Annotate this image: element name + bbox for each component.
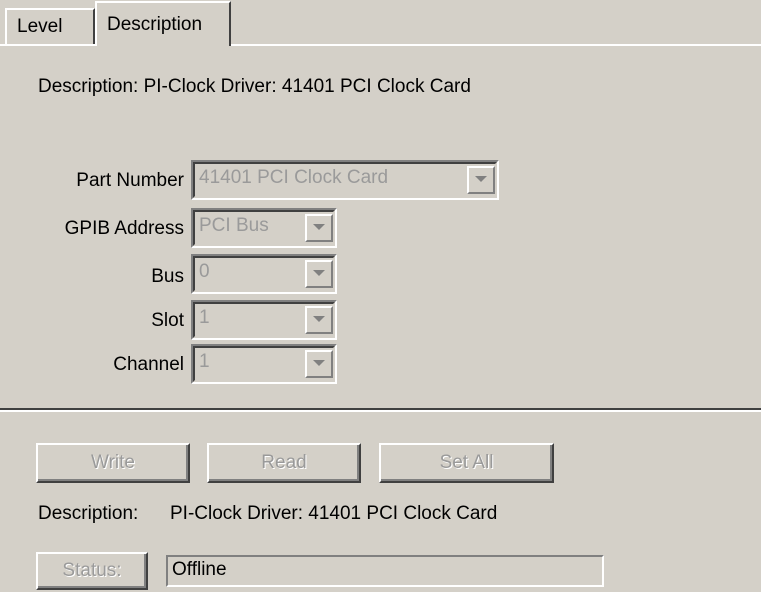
gpib-address-dropdown-button[interactable] [305,214,333,242]
gpib-address-label: GPIB Address [64,218,184,239]
channel-dropdown-button[interactable] [305,350,333,378]
bus-value: 0 [199,261,210,282]
slot-label: Slot [151,310,184,331]
chevron-down-icon [313,360,325,366]
bus-select[interactable]: 0 [191,254,337,294]
chevron-down-icon [313,316,325,322]
channel-label: Channel [113,354,184,375]
read-button[interactable]: Read [207,443,361,483]
bus-label: Bus [151,266,184,287]
status-value: Offline [172,559,227,580]
part-number-label: Part Number [76,170,184,191]
gpib-address-select[interactable]: PCI Bus [191,208,337,248]
tab-level-label: Level [17,16,63,37]
chevron-down-icon [313,270,325,276]
part-number-value: 41401 PCI Clock Card [199,167,389,188]
tab-description-label: Description [107,14,203,35]
part-number-select[interactable]: 41401 PCI Clock Card [191,160,499,200]
description-panel: Description: PI-Clock Driver: 41401 PCI … [0,44,761,408]
channel-select[interactable]: 1 [191,344,337,384]
write-button[interactable]: Write [36,443,190,483]
slot-value: 1 [199,307,210,328]
status-button[interactable]: Status: [36,552,148,590]
bottom-description-value: PI-Clock Driver: 41401 PCI Clock Card [170,503,498,524]
tab-strip: Level Description [0,0,761,46]
slot-select[interactable]: 1 [191,300,337,340]
bottom-description-label: Description: [38,503,139,524]
slot-dropdown-button[interactable] [305,306,333,334]
set-all-button[interactable]: Set All [379,443,554,483]
tab-level[interactable]: Level [5,8,95,44]
description-text: Description: PI-Clock Driver: 41401 PCI … [38,76,471,97]
panel-divider-highlight [0,410,761,412]
gpib-address-value: PCI Bus [199,215,269,236]
tab-description[interactable]: Description [95,1,231,46]
chevron-down-icon [313,224,325,230]
part-number-dropdown-button[interactable] [467,166,495,194]
channel-value: 1 [199,351,210,372]
bus-dropdown-button[interactable] [305,260,333,288]
status-field: Offline [166,555,604,587]
chevron-down-icon [475,176,487,182]
